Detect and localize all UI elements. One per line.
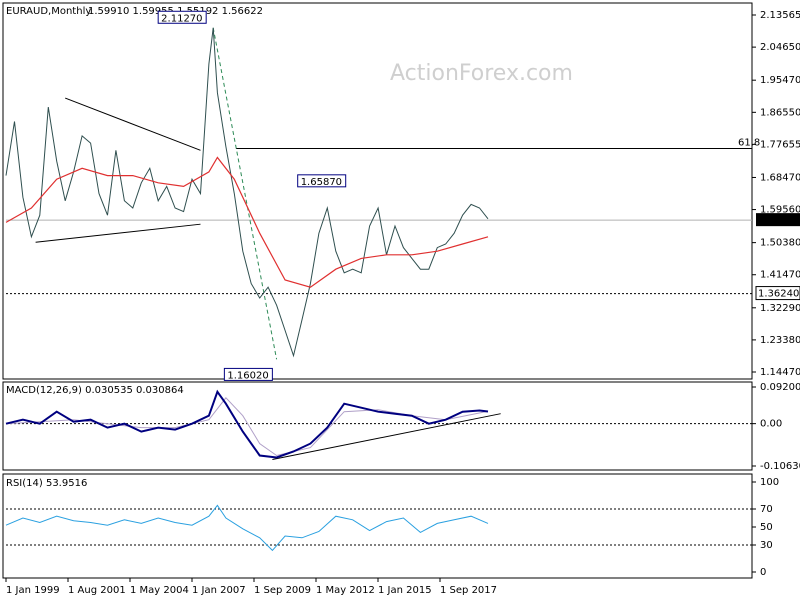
rsi-y-tick-label: 100 (760, 477, 779, 488)
y-tick-label: 1.68470 (760, 172, 800, 183)
x-tick-label: 1 Sep 2009 (254, 585, 311, 596)
x-tick-label: 1 May 2004 (130, 585, 189, 596)
watermark: ActionForex.com (390, 61, 573, 86)
macd-y-tick-label: 0.092004 (760, 382, 800, 393)
y-tick-label: 2.04650 (760, 42, 800, 53)
x-tick-label: 1 Sep 2017 (440, 585, 497, 596)
forex-chart: ActionForex.com EURAUD,Monthly 1.59910 1… (0, 0, 800, 600)
rsi-panel-title: RSI(14) 53.9516 (6, 478, 87, 489)
support-level-label: 1.36240 (758, 289, 799, 300)
x-tick-label: 1 Jan 2015 (378, 585, 432, 596)
x-tick-label: 1 Aug 2001 (68, 585, 126, 596)
y-tick-label: 1.95470 (760, 75, 800, 86)
chart-canvas: ActionForex.com EURAUD,Monthly 1.59910 1… (2, 2, 800, 596)
y-tick-label: 1.86550 (760, 107, 800, 118)
x-tick-label: 1 May 2012 (316, 585, 375, 596)
price-panel-frame (2, 2, 753, 380)
y-tick-label: 2.13565 (760, 10, 800, 21)
macd-panel-title: MACD(12,26,9) 0.030535 0.030864 (6, 385, 184, 396)
y-tick-label: 1.32290 (760, 303, 800, 314)
y-tick-label: 1.50380 (760, 238, 800, 249)
y-tick-label: 1.14470 (760, 367, 800, 378)
peak-label: 1.65870 (301, 177, 342, 188)
y-tick-label: 1.41470 (760, 270, 800, 281)
macd-y-tick-label: -0.106308 (760, 461, 800, 472)
rsi-y-tick-label: 0 (760, 567, 766, 578)
y-tick-label: 1.77655 (760, 139, 800, 150)
rsi-y-tick-label: 50 (760, 522, 773, 533)
peak-label: 2.11270 (161, 13, 202, 24)
chart-header-symbol: EURAUD,Monthly (6, 6, 91, 17)
macd-y-tick-label: 0.00 (760, 419, 782, 430)
current-price-label: 1.56622 (758, 215, 799, 226)
x-tick-label: 1 Jan 2007 (192, 585, 246, 596)
x-tick-label: 1 Jan 1999 (6, 585, 60, 596)
rsi-y-tick-label: 70 (760, 504, 773, 515)
rsi-y-tick-label: 30 (760, 540, 773, 551)
y-tick-label: 1.23380 (760, 335, 800, 346)
fib-61-8-label: 61.8 (738, 138, 760, 149)
peak-label: 1.16020 (227, 370, 268, 381)
